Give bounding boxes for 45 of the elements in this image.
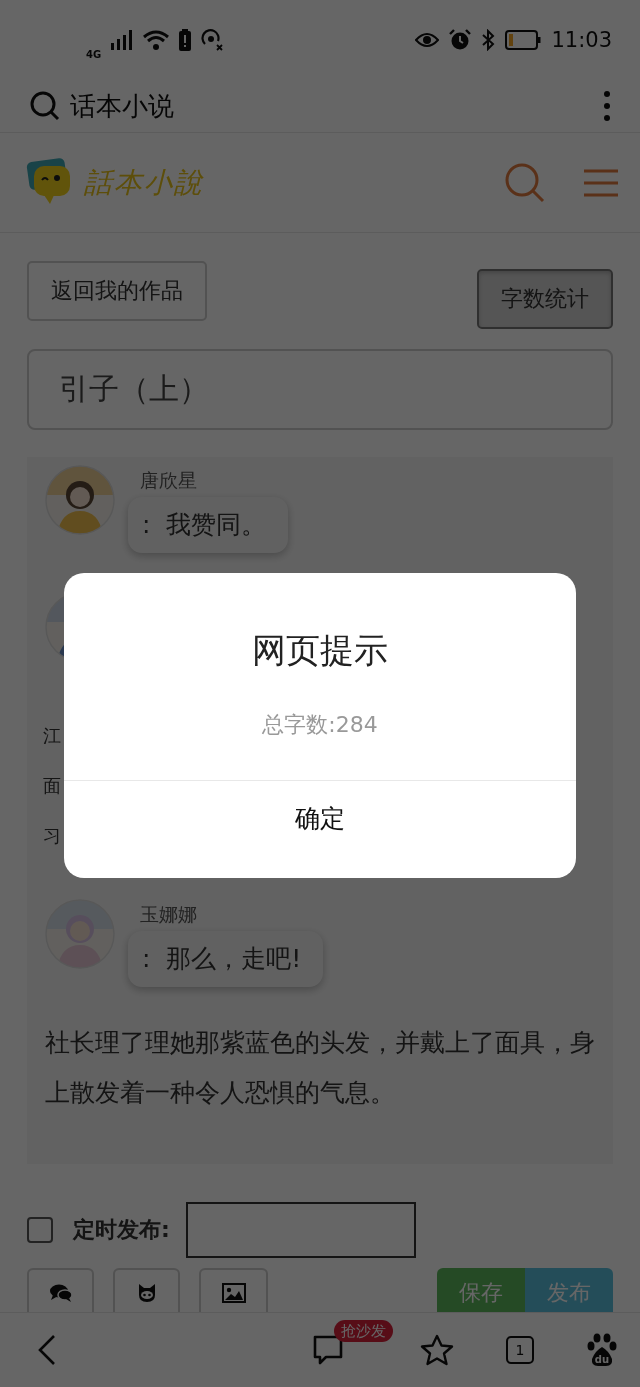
story-text-fragment: 面 bbox=[43, 774, 61, 798]
signal-icon bbox=[111, 30, 134, 50]
action-button[interactable]: 字数统计 bbox=[477, 269, 613, 329]
story-text-fragment: 习 bbox=[43, 824, 61, 848]
dialogue-button[interactable] bbox=[27, 1268, 94, 1313]
clock: 11:03 bbox=[551, 28, 612, 52]
chapter-title-field[interactable]: 引子（上） bbox=[27, 349, 613, 430]
cat-icon bbox=[136, 1283, 157, 1303]
search-icon[interactable] bbox=[30, 91, 60, 121]
avatar bbox=[45, 465, 115, 535]
menu-icon[interactable] bbox=[584, 168, 618, 197]
wifi-icon bbox=[143, 30, 170, 50]
eye-icon bbox=[415, 32, 440, 48]
comment-badge: 抢沙发 bbox=[334, 1320, 393, 1342]
alarm-icon bbox=[449, 29, 472, 51]
save-button[interactable]: 保存 bbox=[437, 1268, 525, 1313]
chat-bubble: : 我赞同。 bbox=[128, 497, 289, 553]
schedule-time-field[interactable] bbox=[185, 1202, 416, 1258]
schedule-label: 定时发布: bbox=[73, 1216, 170, 1244]
author-name: 唐欣星 bbox=[140, 468, 198, 493]
image-icon bbox=[221, 1283, 246, 1303]
chat-bubble: : 那么，走吧! bbox=[128, 931, 324, 987]
author-name: 玉娜娜 bbox=[140, 902, 198, 927]
dialog-title: 网页提示 bbox=[252, 629, 388, 672]
story-text-fragment: 江 bbox=[43, 724, 61, 748]
checkbox[interactable] bbox=[27, 1217, 53, 1243]
speech-bubbles-icon bbox=[49, 1284, 72, 1302]
story-paragraph: 社长理了理她那紫蓝色的头发，并戴上了面具，身上散发着一种令人恐惧的气息。 bbox=[45, 1027, 595, 1109]
image-button[interactable] bbox=[199, 1268, 268, 1313]
tab-count-button[interactable]: 1 bbox=[506, 1336, 534, 1364]
search-icon[interactable] bbox=[504, 161, 546, 204]
bluetooth-icon bbox=[481, 29, 496, 51]
address-bar-query[interactable]: 话本小说 bbox=[70, 88, 604, 124]
back-icon[interactable] bbox=[38, 1334, 56, 1366]
dialog-message: 总字数:284 bbox=[262, 711, 378, 739]
action-button[interactable]: 返回我的作品 bbox=[27, 261, 207, 321]
network-type: 4G bbox=[86, 50, 102, 60]
more-icon[interactable] bbox=[604, 91, 610, 121]
confirm-button[interactable]: 确定 bbox=[64, 781, 576, 856]
battery-alert-icon bbox=[179, 29, 192, 51]
battery-icon bbox=[505, 30, 542, 50]
character-button[interactable] bbox=[113, 1268, 180, 1313]
paw-logo-button[interactable]: du bbox=[586, 1333, 618, 1367]
star-icon[interactable] bbox=[420, 1334, 454, 1366]
hotspot-off-icon bbox=[201, 29, 224, 51]
